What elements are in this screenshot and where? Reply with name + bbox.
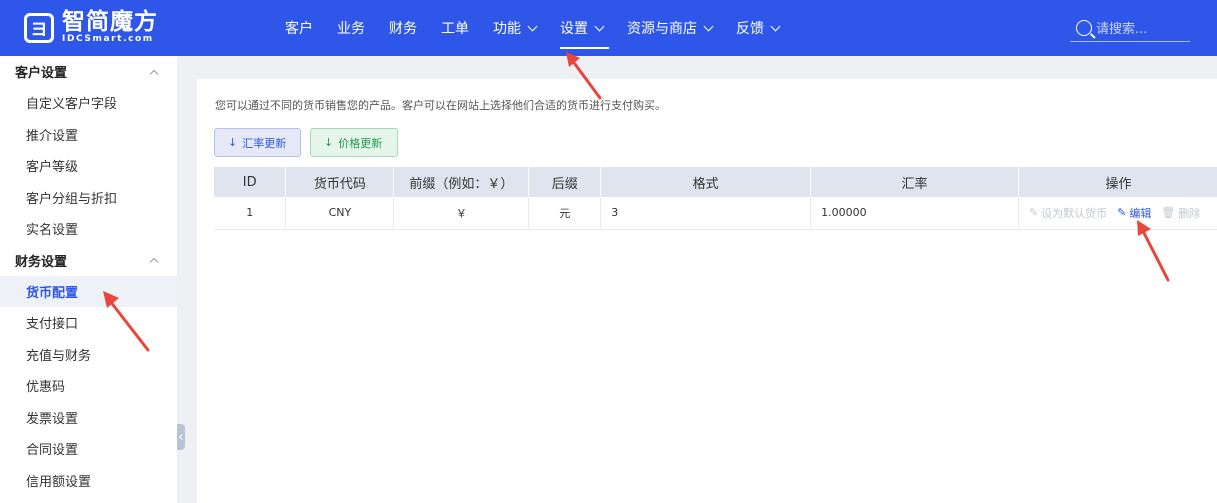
brand-domain: IDCSmart.com (62, 34, 154, 44)
col-header-rate: 汇率 (810, 167, 1019, 197)
search-box[interactable]: 请搜索... (1070, 14, 1190, 42)
nav-item-ticket[interactable]: 工单 (441, 0, 469, 56)
sidebar-item-customer-level[interactable]: 客户等级 (0, 150, 177, 182)
nav-item-resources-store[interactable]: 资源与商店 (627, 0, 714, 56)
brand-logo[interactable]: ヨ 智简魔方 IDCSmart.com (24, 10, 158, 45)
search-input[interactable]: 请搜索... (1096, 18, 1147, 37)
price-update-button[interactable]: ↓ 价格更新 (310, 128, 398, 157)
chevron-down-icon (527, 21, 538, 31)
logo-icon: ヨ (24, 12, 54, 43)
cell-id: 1 (214, 197, 287, 230)
table-row: 1 CNY ￥ 元 3 1.00000 ✎ 设为默认货币 ✎ 编辑 🗑 删除 (214, 197, 1217, 230)
top-navbar: ヨ 智简魔方 IDCSmart.com 客户 业务 财务 工单 功能 设置 资源… (0, 0, 1217, 56)
sidebar-item-payment-gateway[interactable]: 支付接口 (0, 307, 177, 339)
col-header-prefix: 前缀（例如：￥） (393, 167, 530, 197)
nav-item-feedback[interactable]: 反馈 (736, 0, 781, 56)
nav-item-settings[interactable]: 设置 (560, 0, 609, 56)
sidebar-item-invoice[interactable]: 发票设置 (0, 402, 177, 434)
sidebar-item-referral[interactable]: 推介设置 (0, 119, 177, 151)
sidebar-group-customer-settings[interactable]: 客户设置 (0, 56, 177, 87)
chevron-down-icon (703, 21, 714, 31)
nav-item-business[interactable]: 业务 (337, 0, 365, 56)
col-header-code: 货币代码 (285, 167, 395, 197)
currency-table: ID 货币代码 前缀（例如：￥） 后缀 格式 汇率 操作 1 CNY ￥ 元 3… (214, 167, 1217, 230)
sidebar-item-real-name[interactable]: 实名设置 (0, 213, 177, 245)
table-header-row: ID 货币代码 前缀（例如：￥） 后缀 格式 汇率 操作 (214, 167, 1217, 197)
set-default-currency-button[interactable]: ✎ 设为默认货币 (1029, 205, 1107, 221)
rate-update-button[interactable]: ↓ 汇率更新 (214, 128, 301, 157)
delete-button[interactable]: 🗑 删除 (1161, 205, 1200, 221)
chevron-left-icon (179, 434, 185, 440)
cell-suffix: 元 (528, 197, 602, 230)
nav-item-customer[interactable]: 客户 (285, 0, 313, 56)
cell-format: 3 (600, 197, 812, 230)
chevron-up-icon (149, 257, 159, 267)
cell-rate: 1.00000 (810, 197, 1019, 230)
sidebar-item-recharge-finance[interactable]: 充值与财务 (0, 339, 177, 371)
nav-item-finance[interactable]: 财务 (389, 0, 417, 56)
cell-prefix: ￥ (393, 197, 530, 230)
pencil-icon: ✎ (1028, 206, 1039, 220)
cell-code: CNY (285, 197, 395, 230)
sidebar-group-finance-settings[interactable]: 财务设置 (0, 245, 177, 276)
sidebar-item-currency[interactable]: 货币配置 (0, 275, 177, 307)
search-icon[interactable] (1076, 19, 1092, 36)
sidebar-item-coupon[interactable]: 优惠码 (0, 370, 177, 402)
nav-item-functions[interactable]: 功能 (493, 0, 538, 56)
col-header-actions: 操作 (1018, 167, 1217, 197)
col-header-id: ID (214, 167, 287, 197)
chevron-up-icon (149, 69, 159, 78)
col-header-suffix: 后缀 (528, 167, 602, 197)
sidebar-collapse-handle[interactable] (177, 424, 185, 450)
sidebar-item-credit[interactable]: 信用额设置 (0, 465, 177, 497)
edit-icon: ✎ (1117, 206, 1127, 220)
sidebar-item-contract[interactable]: 合同设置 (0, 433, 177, 465)
arrow-down-icon: ↓ (324, 136, 334, 149)
sidebar-item-custom-fields[interactable]: 自定义客户字段 (0, 87, 177, 119)
sidebar-item-customer-groups[interactable]: 客户分组与折扣 (0, 182, 177, 214)
sidebar: 客户设置 自定义客户字段 推介设置 客户等级 客户分组与折扣 实名设置 财务设置… (0, 56, 177, 503)
main-nav: 客户 业务 财务 工单 功能 设置 资源与商店 反馈 (285, 0, 803, 56)
cell-actions: ✎ 设为默认货币 ✎ 编辑 🗑 删除 (1018, 197, 1217, 230)
brand-name: 智简魔方 (62, 9, 158, 35)
main-panel: 您可以通过不同的货币销售您的产品。客户可以在网站上选择他们合适的货币进行支付购买… (197, 79, 1217, 503)
col-header-format: 格式 (600, 167, 812, 197)
trash-icon: 🗑 (1161, 206, 1176, 220)
page-description: 您可以通过不同的货币销售您的产品。客户可以在网站上选择他们合适的货币进行支付购买… (215, 99, 666, 112)
chevron-down-icon (594, 21, 605, 31)
arrow-down-icon: ↓ (228, 136, 238, 149)
chevron-down-icon (770, 21, 781, 31)
edit-button[interactable]: ✎ 编辑 (1117, 205, 1151, 221)
